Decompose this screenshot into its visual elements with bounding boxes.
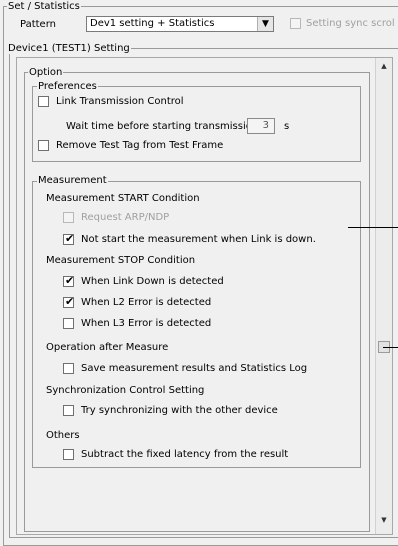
chevron-down-icon[interactable]: ▼	[257, 17, 273, 31]
checkmark-icon: ✔	[65, 232, 75, 245]
checkmark-icon: ✔	[65, 274, 75, 287]
not-start-link-down-checkbox[interactable]: ✔	[63, 232, 75, 245]
try-sync-label: Try synchronizing with the other device	[81, 405, 278, 416]
subtract-latency-label: Subtract the fixed latency from the resu…	[81, 449, 289, 460]
stop-condition-heading: Measurement STOP Condition	[46, 255, 196, 266]
checkmark-icon: ✔	[65, 295, 75, 308]
when-l2-error-checkbox[interactable]: ✔	[63, 295, 75, 308]
pattern-select-value: Dev1 setting + Statistics	[90, 18, 215, 29]
link-transmission-control-label: Link Transmission Control	[56, 96, 184, 107]
setting-sync-label: Setting sync scrol	[306, 18, 395, 29]
scroll-up-arrow-icon[interactable]: ▲	[376, 62, 392, 70]
remove-test-tag-checkbox[interactable]	[38, 140, 49, 151]
sync-control-heading: Synchronization Control Setting	[46, 385, 205, 396]
when-link-down-label: When Link Down is detected	[81, 276, 224, 287]
remove-test-tag-label: Remove Test Tag from Test Frame	[56, 140, 224, 151]
wait-time-input[interactable]: 3	[247, 118, 275, 134]
request-arp-label: Request ARP/NDP	[81, 212, 170, 223]
subtract-latency-checkbox[interactable]	[63, 449, 74, 460]
callout-leader-line	[383, 347, 398, 348]
operation-after-heading: Operation after Measure	[46, 342, 169, 353]
vertical-scrollbar[interactable]: ▲ ▼	[375, 58, 392, 534]
callout-leader-line	[348, 227, 398, 228]
when-l3-error-label: When L3 Error is detected	[81, 318, 212, 329]
request-arp-checkbox[interactable]	[63, 212, 74, 223]
others-heading: Others	[46, 430, 80, 441]
set-statistics-group-label: Set / Statistics	[7, 1, 81, 12]
measurement-group-label: Measurement	[37, 175, 108, 186]
start-condition-heading: Measurement START Condition	[46, 193, 200, 204]
setting-sync-checkbox[interactable]	[290, 18, 301, 29]
when-l3-error-checkbox[interactable]	[63, 318, 74, 329]
try-sync-checkbox[interactable]	[63, 405, 74, 416]
preferences-group-label: Preferences	[37, 81, 98, 92]
scroll-down-arrow-icon[interactable]: ▼	[376, 516, 392, 524]
option-group-label: Option	[28, 67, 64, 78]
when-l2-error-label: When L2 Error is detected	[81, 297, 212, 308]
wait-time-unit: s	[284, 121, 290, 132]
save-results-label: Save measurement results and Statistics …	[81, 363, 308, 374]
device-group-label: Device1 (TEST1) Setting	[7, 43, 131, 54]
not-start-link-down-label: Not start the measurement when Link is d…	[81, 234, 316, 245]
when-link-down-checkbox[interactable]: ✔	[63, 274, 75, 287]
save-results-checkbox[interactable]	[63, 363, 74, 374]
link-transmission-control-checkbox[interactable]	[38, 96, 49, 107]
pattern-select[interactable]: Dev1 setting + Statistics ▼	[86, 16, 274, 32]
pattern-label: Pattern	[20, 19, 56, 30]
wait-time-label: Wait time before starting transmission	[66, 121, 259, 132]
